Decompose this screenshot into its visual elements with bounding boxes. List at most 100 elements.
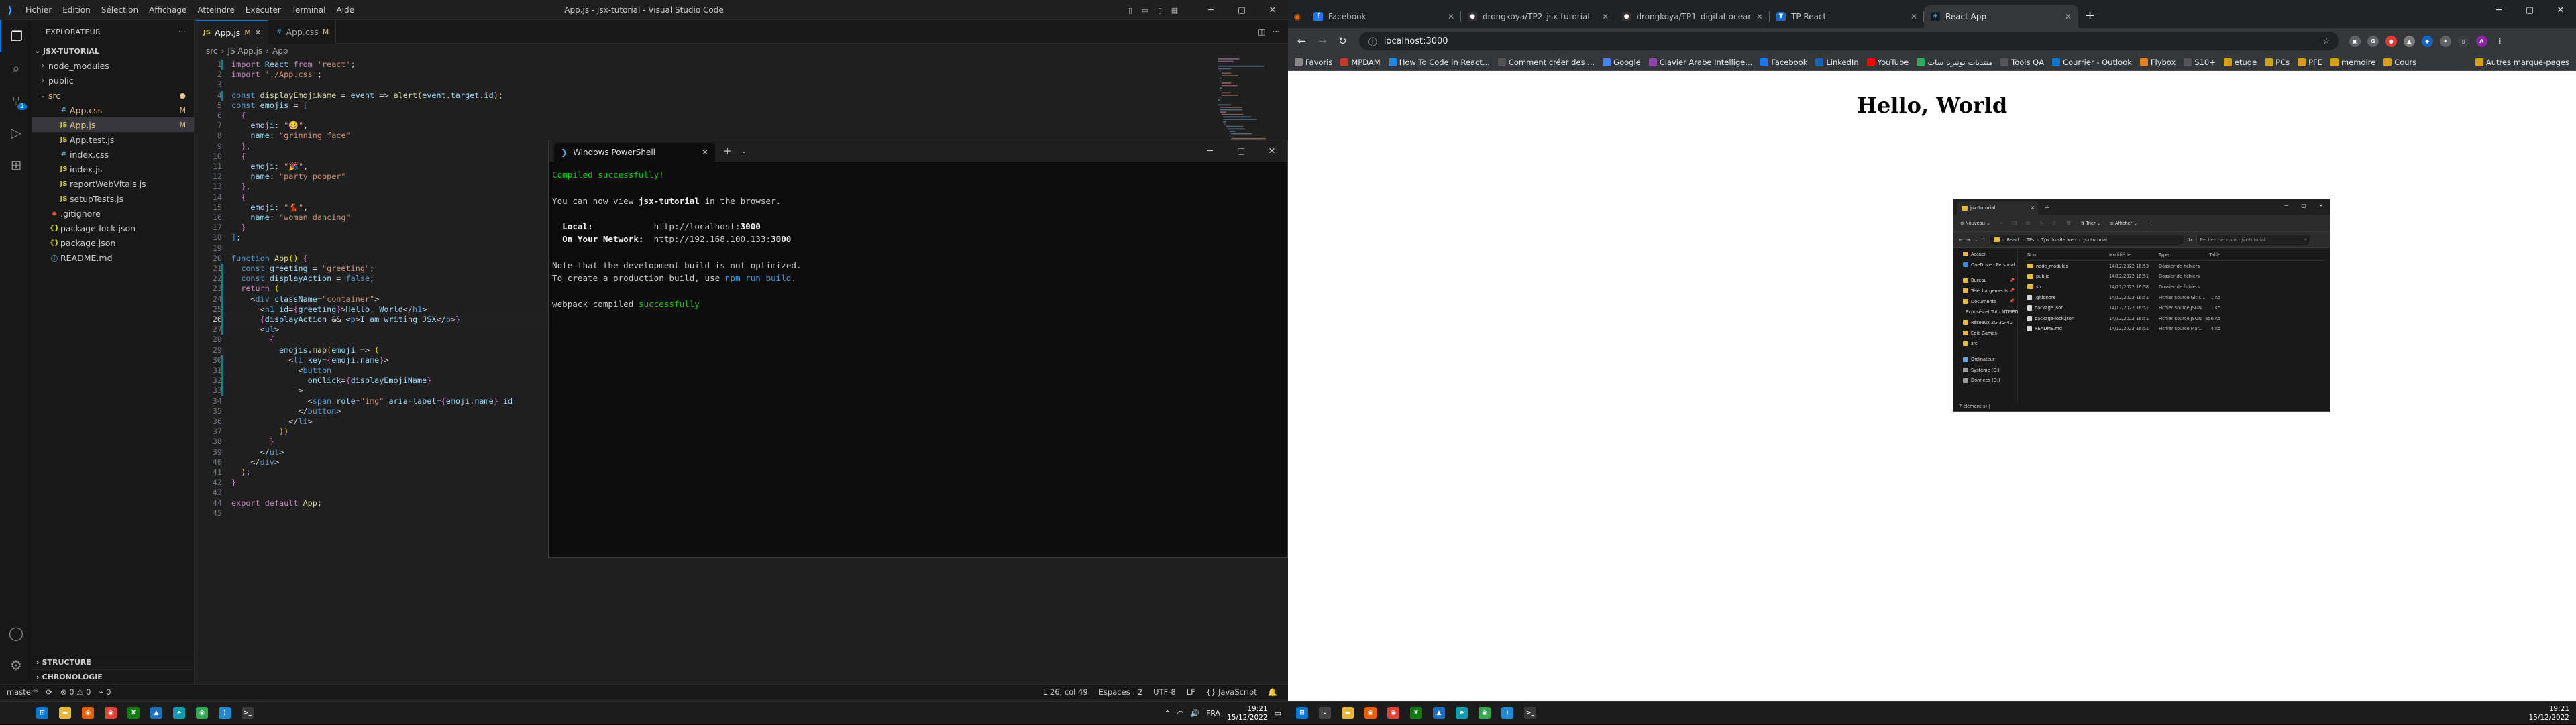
new-button[interactable]: ⊕ Nouveau ⌄ bbox=[1960, 221, 1990, 226]
indentation-status[interactable]: Espaces : 2 bbox=[1099, 687, 1143, 697]
bookmark-item[interactable]: PCs bbox=[2265, 58, 2290, 67]
close-tab-icon[interactable]: ✕ bbox=[2065, 12, 2072, 21]
reload-icon[interactable]: ↻ bbox=[1338, 35, 1347, 47]
editor-tab[interactable]: # App.css M bbox=[268, 20, 337, 44]
bookmark-item[interactable]: How To Code in React... bbox=[1388, 58, 1490, 67]
new-tab-button[interactable]: + bbox=[2045, 205, 2050, 211]
close-button[interactable]: ✕ bbox=[1257, 0, 1288, 20]
chevron-down-icon[interactable]: ⌄ bbox=[741, 148, 747, 155]
taskbar-edge-icon[interactable]: e bbox=[1452, 703, 1472, 723]
menu-item[interactable]: Terminal bbox=[286, 0, 331, 20]
file-row[interactable]: README.md 14/12/2022 16:51 Fichier source … bbox=[2026, 324, 2324, 335]
maximize-button[interactable]: ▢ bbox=[1226, 140, 1256, 162]
tree-item[interactable]: JS index.js bbox=[32, 162, 194, 176]
branch-status[interactable]: master* bbox=[7, 687, 38, 697]
taskbar-vscode-icon[interactable]: ⟩ bbox=[215, 703, 235, 723]
close-tab-icon[interactable]: ✕ bbox=[1911, 12, 1917, 21]
column-header[interactable]: Taille bbox=[2199, 252, 2220, 258]
settings-gear-icon[interactable]: ⚙ bbox=[0, 649, 32, 681]
nav-item[interactable]: Epic Games bbox=[1953, 328, 2017, 339]
nav-item[interactable]: OneDrive - Personal bbox=[1953, 260, 2017, 270]
taskbar-xbox-icon[interactable]: X bbox=[1406, 703, 1426, 723]
split-editor-icon[interactable]: ◫ bbox=[1258, 27, 1265, 36]
bookmark-star-icon[interactable]: ☆ bbox=[2322, 36, 2330, 46]
notifications-bell-icon[interactable]: 🔔 bbox=[1268, 687, 1277, 697]
path-segment[interactable]: jsx-tutorial bbox=[2083, 237, 2106, 243]
explorer-tab[interactable]: jsx-tutorial ✕ bbox=[1957, 201, 2038, 215]
menu-icon[interactable]: ⋮ bbox=[2494, 36, 2506, 47]
browser-tab[interactable]: ● drongkoya/TP1_digital-ocean- ✕ bbox=[1615, 5, 1770, 28]
menu-item[interactable]: Fichier bbox=[20, 0, 57, 20]
taskbar-firefox-icon[interactable]: ◉ bbox=[78, 703, 98, 723]
maximize-button[interactable]: ▢ bbox=[2514, 0, 2545, 20]
close-button[interactable]: ✕ bbox=[2545, 0, 2576, 20]
project-root[interactable]: ⌄ JSX-TUTORIAL bbox=[32, 44, 194, 58]
minimize-button[interactable]: ─ bbox=[1195, 140, 1226, 162]
site-info-icon[interactable]: ⓘ bbox=[1368, 35, 1377, 48]
terminal-output[interactable]: Compiled successfully! You can now view … bbox=[549, 162, 1287, 311]
forward-icon[interactable]: → bbox=[1318, 35, 1327, 47]
nav-item[interactable]: Téléchargements 📌 bbox=[1953, 286, 2017, 296]
taskbar-firefox-icon[interactable]: ◉ bbox=[1360, 703, 1381, 723]
recent-icon[interactable]: ⌄ bbox=[1974, 237, 1978, 243]
tree-item[interactable]: {} package-lock.json bbox=[32, 221, 194, 235]
bookmark-item[interactable]: S10+ bbox=[2184, 58, 2216, 67]
timeline-section[interactable]: › CHRONOLOGIE bbox=[32, 669, 195, 684]
file-row[interactable]: package-lock.json 14/12/2022 16:51 Fichier… bbox=[2026, 313, 2324, 324]
bookmark-item[interactable]: Favoris bbox=[1295, 58, 1332, 67]
language-indicator[interactable]: FRA bbox=[1206, 709, 1220, 718]
taskbar-app-blue-icon[interactable]: ▲ bbox=[1429, 703, 1449, 723]
view-button[interactable]: ≡ Afficher ⌄ bbox=[2110, 221, 2137, 226]
menu-item[interactable]: Affichage bbox=[144, 0, 192, 20]
more-actions-icon[interactable]: ··· bbox=[1273, 27, 1280, 36]
account-icon[interactable]: ◯ bbox=[0, 617, 32, 649]
tree-item[interactable]: # index.css bbox=[32, 147, 194, 162]
taskbar-xbox-icon[interactable]: X bbox=[123, 703, 144, 723]
search-icon[interactable]: ⌕ bbox=[0, 52, 32, 85]
maximize-button[interactable]: ▢ bbox=[2295, 199, 2312, 211]
bookmark-item[interactable]: Facebook bbox=[1760, 58, 1807, 67]
copy-icon[interactable]: ❐ bbox=[2012, 221, 2017, 226]
extension-icon[interactable]: ● bbox=[2385, 35, 2397, 47]
source-control-icon[interactable]: ⑂ 2 bbox=[0, 85, 32, 117]
more-icon[interactable]: ··· bbox=[2147, 221, 2151, 226]
sidebar-icon[interactable]: ▯ bbox=[2457, 35, 2469, 47]
column-header[interactable]: Type bbox=[2159, 252, 2199, 258]
back-icon[interactable]: ← bbox=[1959, 237, 1963, 243]
maximize-button[interactable]: ▢ bbox=[1226, 0, 1257, 20]
browser-tab[interactable]: f Facebook ✕ bbox=[1307, 5, 1461, 28]
search-field[interactable]: Rechercher dans : jsx-tutorial ⌕ bbox=[2196, 234, 2310, 245]
share-icon[interactable]: ⇪ bbox=[2053, 221, 2057, 226]
tree-item[interactable]: JS setupTests.js bbox=[32, 191, 194, 206]
address-bar[interactable]: ⓘ localhost:3000 ☆ bbox=[1358, 32, 2339, 50]
path-segment[interactable]: TPs bbox=[2027, 237, 2034, 243]
bookmark-item[interactable]: LinkedIn bbox=[1815, 58, 1859, 67]
nav-item[interactable]: src bbox=[1953, 339, 2017, 349]
encoding-status[interactable]: UTF-8 bbox=[1153, 687, 1176, 697]
tree-item[interactable]: JS App.js M bbox=[32, 117, 194, 132]
tree-item[interactable]: ◆ .gitignore bbox=[32, 206, 194, 221]
tree-item[interactable]: ⓘ README.md bbox=[32, 250, 194, 265]
close-tab-icon[interactable]: ✕ bbox=[255, 28, 261, 37]
taskbar-chrome-icon[interactable]: ◉ bbox=[101, 703, 121, 723]
path-bar[interactable]: › React › TPs › Tps du site web › jsx-tutorial bbox=[1990, 234, 2185, 245]
breadcrumb-item[interactable]: App bbox=[272, 46, 288, 56]
tree-item[interactable]: # App.css M bbox=[32, 103, 194, 117]
run-debug-icon[interactable]: ▷ bbox=[0, 117, 32, 149]
nav-item[interactable]: Réseaux 2G-3G-4G bbox=[1953, 317, 2017, 328]
bookmark-item[interactable]: PFE bbox=[2298, 58, 2322, 67]
toggle-secondary-sidebar-icon[interactable]: ▯ bbox=[1154, 0, 1166, 20]
extension-icon[interactable]: ◆ bbox=[2421, 35, 2433, 47]
problems-status[interactable]: ⊗ 0 ⚠ 0 bbox=[60, 687, 91, 697]
menu-item[interactable]: Exécuter bbox=[240, 0, 286, 20]
sync-icon[interactable]: ⟳ bbox=[46, 687, 52, 697]
close-tab-icon[interactable]: ✕ bbox=[1602, 12, 1609, 21]
nav-item[interactable]: Ordinateur bbox=[1953, 354, 2017, 365]
close-tab-icon[interactable]: ✕ bbox=[2031, 205, 2035, 211]
menu-item[interactable]: Edition bbox=[57, 0, 96, 20]
extension-icon[interactable]: ▣ bbox=[2349, 35, 2361, 47]
menu-item[interactable]: Atteindre bbox=[192, 0, 239, 20]
editor-tab[interactable]: JS App.js M ✕ bbox=[195, 20, 269, 44]
new-tab-button[interactable]: + bbox=[2085, 9, 2095, 23]
language-mode[interactable]: {} JavaScript bbox=[1206, 687, 1257, 697]
